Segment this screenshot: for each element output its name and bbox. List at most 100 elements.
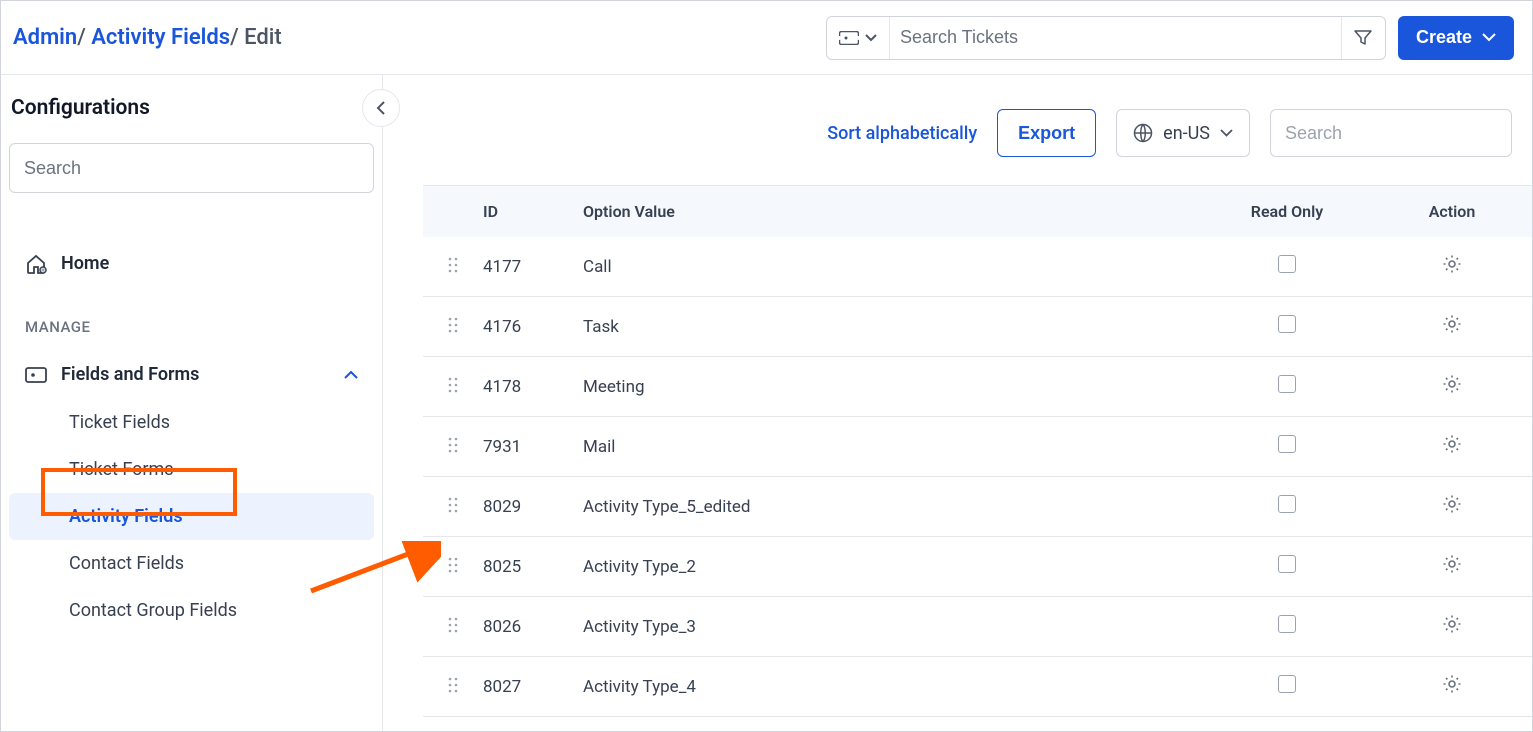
breadcrumb-activity-fields[interactable]: Activity Fields (91, 25, 230, 50)
search-tickets-input[interactable] (890, 17, 1341, 59)
cell-read-only (1202, 495, 1372, 518)
table-row: 8025Activity Type_2 (423, 537, 1532, 597)
row-settings-button[interactable] (1442, 314, 1462, 334)
options-table: ID Option Value Read Only Action 4177Cal… (423, 185, 1532, 717)
cell-read-only (1202, 555, 1372, 578)
table-row: 8026Activity Type_3 (423, 597, 1532, 657)
cell-read-only (1202, 615, 1372, 638)
header: Admin/ Activity Fields/ Edit Create (1, 1, 1532, 75)
breadcrumb-sep: / (230, 25, 244, 50)
chevron-down-icon (865, 34, 877, 42)
language-label: en-US (1163, 123, 1210, 144)
options-search-input[interactable] (1270, 109, 1512, 157)
drag-handle-icon[interactable] (423, 677, 483, 697)
cell-id: 4176 (483, 317, 583, 337)
chevron-down-icon (1220, 129, 1233, 137)
cell-id: 8029 (483, 497, 583, 517)
sidebar-item-ticket-forms[interactable]: Ticket Forms (9, 446, 374, 493)
cell-action (1372, 614, 1532, 639)
fields-forms-label: Fields and Forms (61, 364, 199, 385)
cell-option-value: Call (583, 257, 1202, 277)
drag-handle-icon[interactable] (423, 437, 483, 457)
cell-action (1372, 314, 1532, 339)
breadcrumb-admin[interactable]: Admin (13, 25, 77, 50)
home-icon (25, 254, 47, 274)
sidebar-item-activity-fields[interactable]: Activity Fields (9, 493, 374, 540)
read-only-checkbox[interactable] (1278, 255, 1296, 273)
sidebar-collapse-button[interactable] (362, 89, 400, 127)
read-only-checkbox[interactable] (1278, 315, 1296, 333)
header-actions: Create (826, 16, 1514, 60)
row-settings-button[interactable] (1442, 374, 1462, 394)
read-only-checkbox[interactable] (1278, 435, 1296, 453)
row-settings-button[interactable] (1442, 494, 1462, 514)
drag-handle-icon[interactable] (423, 617, 483, 637)
cell-action (1372, 434, 1532, 459)
chevron-left-icon (376, 100, 386, 116)
col-option-value: Option Value (583, 202, 1202, 221)
sidebar-item-fields-forms[interactable]: Fields and Forms (9, 350, 374, 399)
sidebar-item-contact-group-fields[interactable]: Contact Group Fields (9, 587, 374, 634)
row-settings-button[interactable] (1442, 434, 1462, 454)
cell-option-value: Meeting (583, 377, 1202, 397)
cell-option-value: Activity Type_5_edited (583, 497, 1202, 517)
read-only-checkbox[interactable] (1278, 555, 1296, 573)
drag-handle-icon[interactable] (423, 317, 483, 337)
globe-icon (1133, 123, 1153, 143)
content: Sort alphabetically Export en-US ID Opti… (383, 75, 1532, 731)
cell-option-value: Task (583, 317, 1202, 337)
ticket-icon (839, 31, 859, 45)
cell-action (1372, 494, 1532, 519)
cell-action (1372, 254, 1532, 279)
cell-read-only (1202, 255, 1372, 278)
sidebar-item-home[interactable]: Home (9, 239, 374, 288)
row-settings-button[interactable] (1442, 254, 1462, 274)
sidebar-search-input[interactable] (9, 143, 374, 193)
drag-handle-icon[interactable] (423, 257, 483, 277)
cell-option-value: Activity Type_3 (583, 617, 1202, 637)
cell-read-only (1202, 375, 1372, 398)
cell-id: 8027 (483, 677, 583, 697)
cell-id: 7931 (483, 437, 583, 457)
sidebar-item-ticket-fields[interactable]: Ticket Fields (9, 399, 374, 446)
table-row: 4176Task (423, 297, 1532, 357)
read-only-checkbox[interactable] (1278, 495, 1296, 513)
filter-button[interactable] (1341, 17, 1385, 59)
cell-option-value: Activity Type_4 (583, 677, 1202, 697)
export-button[interactable]: Export (997, 109, 1096, 157)
drag-handle-icon[interactable] (423, 557, 483, 577)
breadcrumb: Admin/ Activity Fields/ Edit (13, 25, 282, 50)
cell-read-only (1202, 675, 1372, 698)
col-read-only: Read Only (1202, 202, 1372, 221)
sidebar: Configurations Home MANAGE Fields and Fo… (1, 75, 383, 731)
search-scope-select[interactable] (827, 17, 890, 59)
read-only-checkbox[interactable] (1278, 375, 1296, 393)
drag-handle-icon[interactable] (423, 377, 483, 397)
breadcrumb-edit: Edit (244, 25, 282, 50)
create-button[interactable]: Create (1398, 16, 1514, 60)
row-settings-button[interactable] (1442, 674, 1462, 694)
row-settings-button[interactable] (1442, 614, 1462, 634)
cell-id: 4178 (483, 377, 583, 397)
read-only-checkbox[interactable] (1278, 675, 1296, 693)
table-header: ID Option Value Read Only Action (423, 186, 1532, 237)
filter-icon (1354, 30, 1372, 46)
table-row: 7931Mail (423, 417, 1532, 477)
sidebar-title: Configurations (11, 96, 150, 120)
cell-id: 8025 (483, 557, 583, 577)
breadcrumb-sep: / (77, 25, 91, 50)
drag-handle-icon[interactable] (423, 497, 483, 517)
chevron-down-icon (1482, 33, 1496, 42)
sort-alphabetically-link[interactable]: Sort alphabetically (827, 123, 977, 144)
language-select[interactable]: en-US (1116, 109, 1250, 157)
cell-read-only (1202, 315, 1372, 338)
col-id: ID (483, 202, 583, 221)
col-action: Action (1372, 202, 1532, 221)
row-settings-button[interactable] (1442, 554, 1462, 574)
read-only-checkbox[interactable] (1278, 615, 1296, 633)
sidebar-item-contact-fields[interactable]: Contact Fields (9, 540, 374, 587)
table-row: 8029Activity Type_5_edited (423, 477, 1532, 537)
table-row: 8027Activity Type_4 (423, 657, 1532, 717)
cell-action (1372, 674, 1532, 699)
cell-option-value: Activity Type_2 (583, 557, 1202, 577)
